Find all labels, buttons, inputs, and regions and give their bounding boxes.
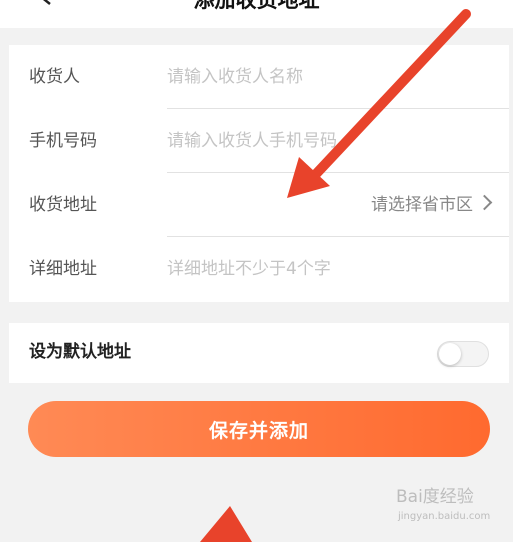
- default-address-row: 设为默认地址: [9, 323, 509, 383]
- watermark-url: jingyan.baidu.com: [398, 511, 491, 522]
- detail-address-input[interactable]: [167, 258, 509, 280]
- divider: [167, 172, 509, 173]
- address-form: 收货人 手机号码 收货地址 请选择省市区 详细地址: [9, 45, 509, 302]
- divider: [167, 236, 509, 237]
- recipient-input[interactable]: [167, 66, 509, 88]
- toggle-knob: [439, 343, 461, 365]
- watermark: Bai度经验 jingyan.baidu.com: [396, 486, 508, 530]
- save-and-add-button[interactable]: 保存并添加: [28, 401, 490, 457]
- address-label: 收货地址: [29, 195, 97, 215]
- divider: [167, 108, 509, 109]
- default-address-toggle[interactable]: [437, 341, 489, 367]
- region-picker-text: 请选择省市区: [371, 195, 473, 215]
- recipient-label: 收货人: [29, 67, 80, 87]
- region-picker[interactable]: 请选择省市区: [309, 190, 494, 220]
- page-title: 添加收货地址: [193, 0, 320, 12]
- header-bar: 添加收货地址: [0, 0, 513, 28]
- arrow-annotation-bottom: [200, 506, 252, 542]
- phone-input[interactable]: [167, 130, 509, 152]
- watermark-logo: Bai度经验: [396, 487, 474, 507]
- phone-label: 手机号码: [29, 131, 97, 151]
- chevron-right-icon: [476, 194, 493, 211]
- detail-address-label: 详细地址: [29, 259, 97, 279]
- default-address-label: 设为默认地址: [29, 342, 131, 362]
